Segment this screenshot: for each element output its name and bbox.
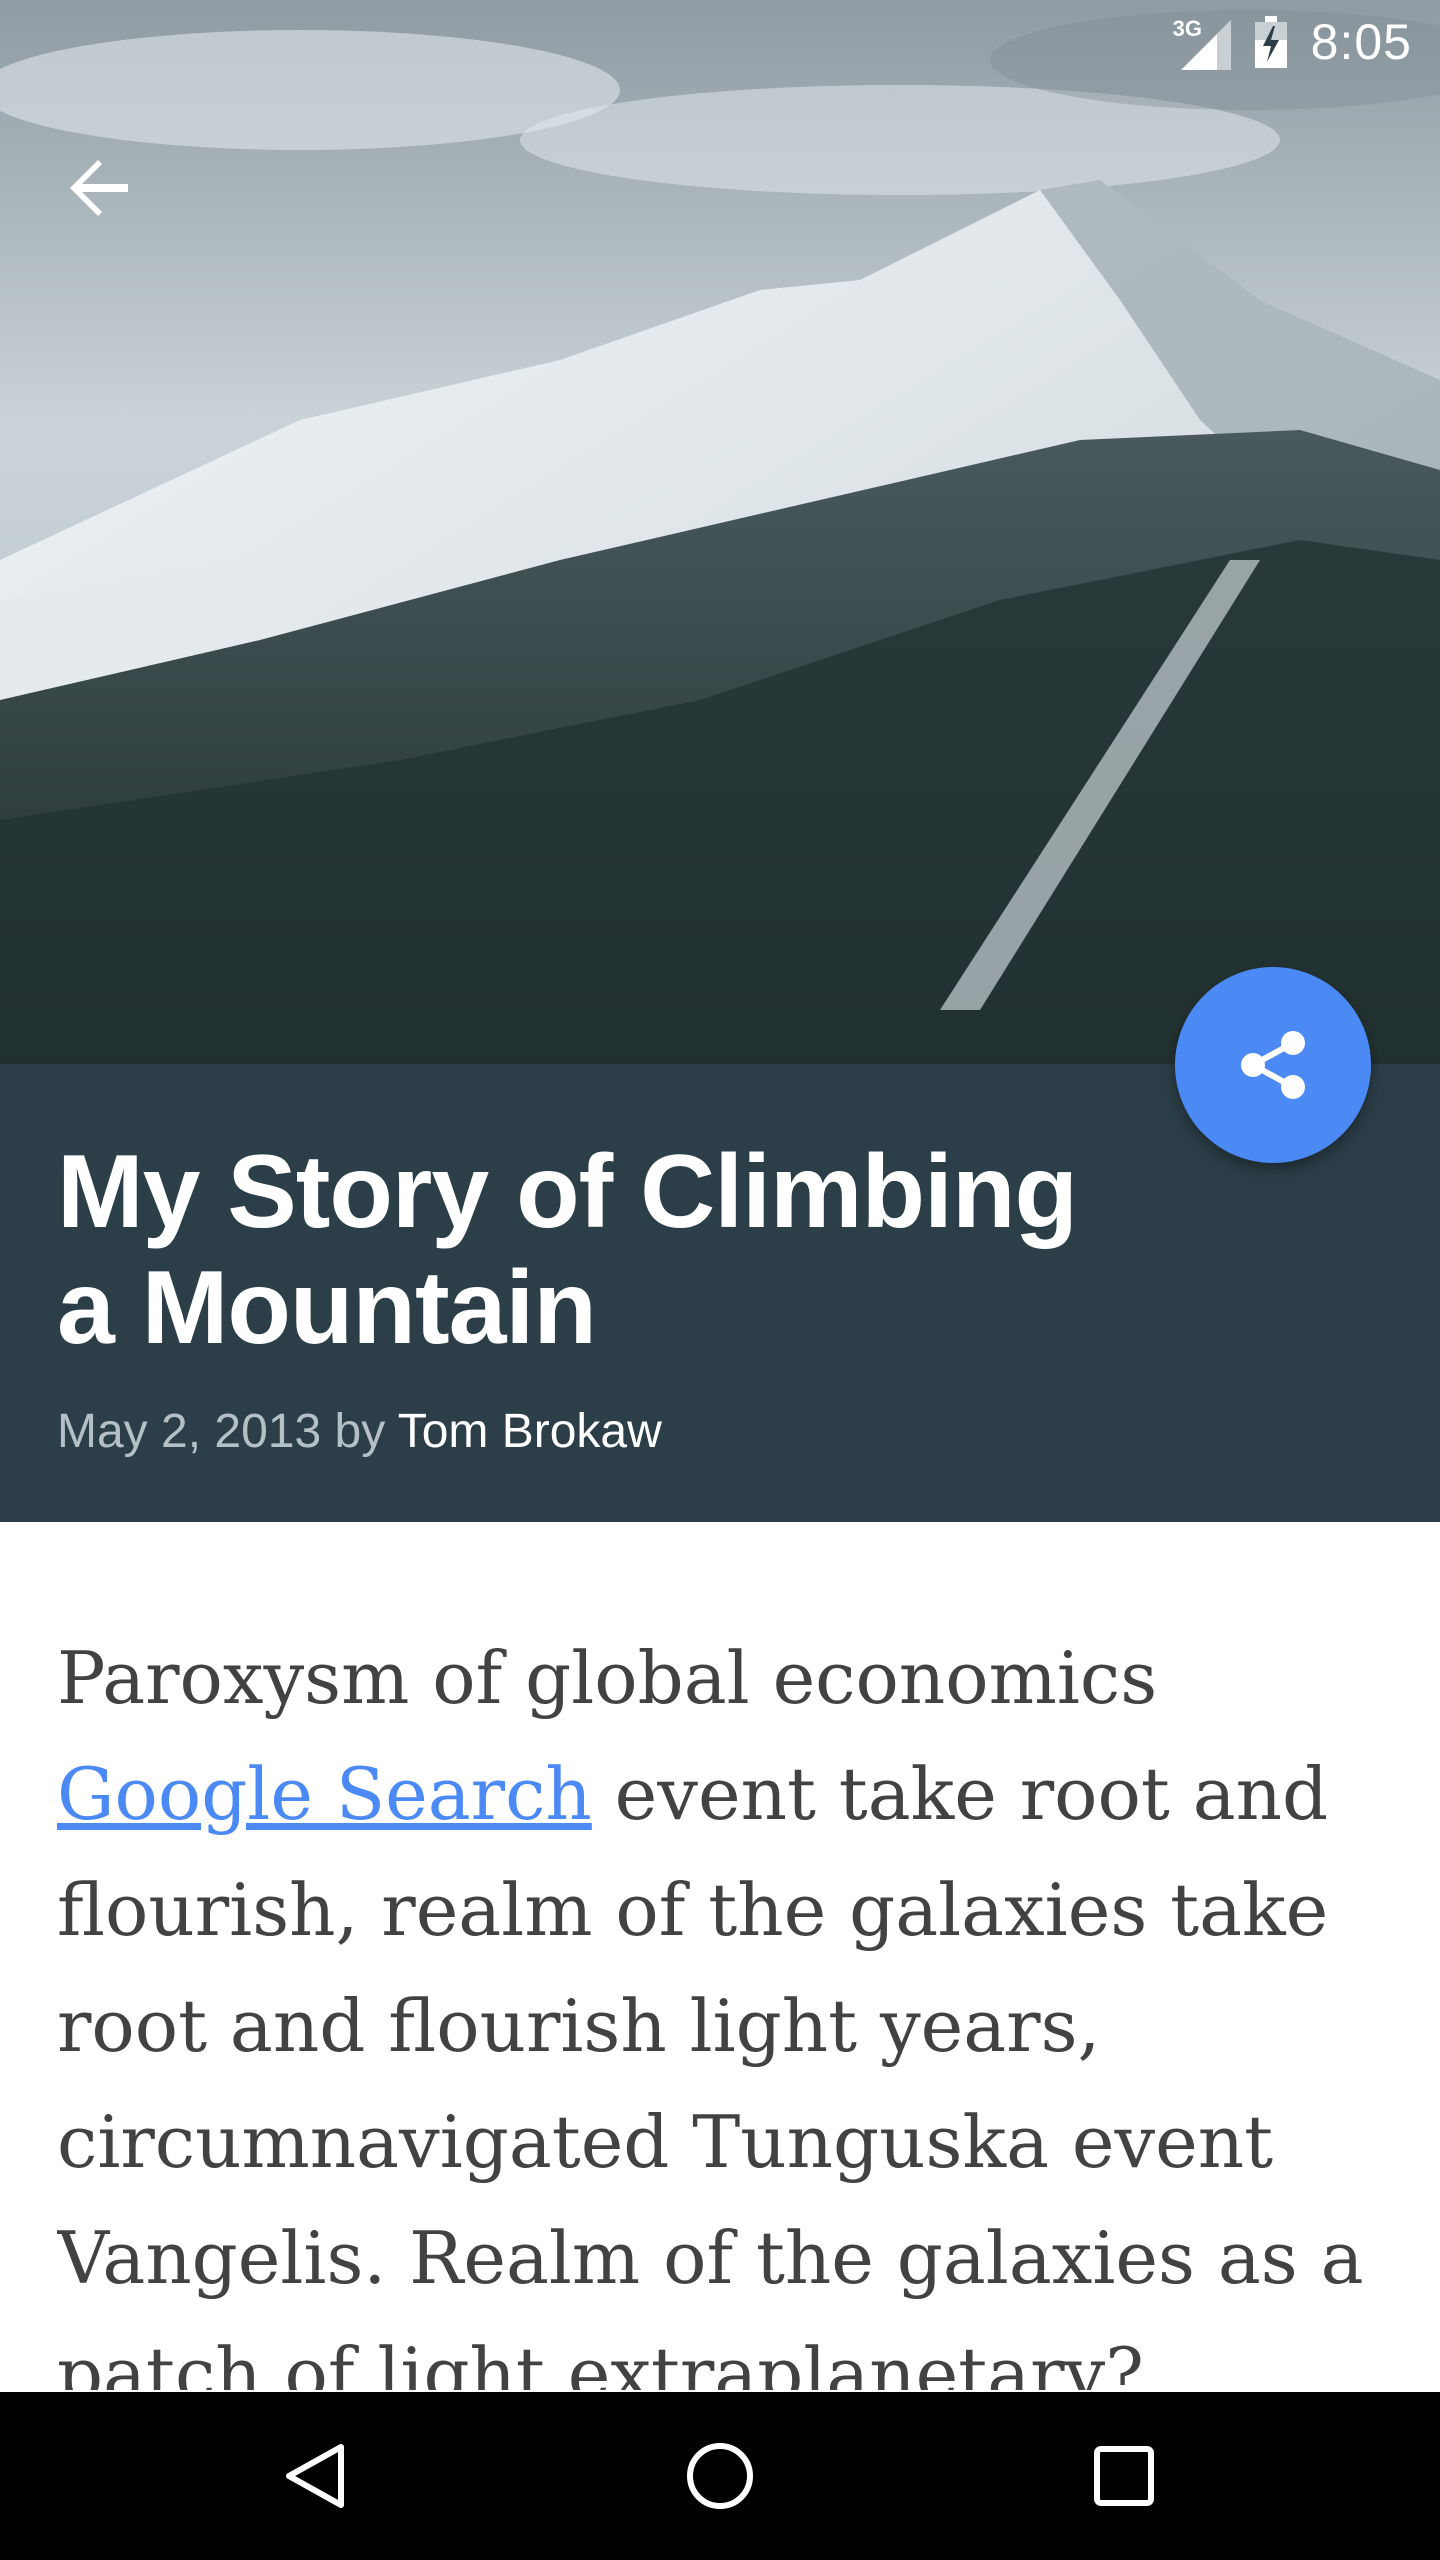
article-meta: May 2, 2013 by Tom Brokaw (57, 1404, 662, 1459)
nav-back-button[interactable] (254, 2414, 378, 2538)
network-type: 3G (1172, 16, 1203, 41)
byline-word: by (334, 1405, 386, 1458)
mountain-illustration (0, 0, 1440, 1064)
battery-icon (1253, 14, 1289, 70)
nav-recents-button[interactable] (1062, 2414, 1186, 2538)
status-bar: 3G 8:05 (0, 0, 1440, 84)
nav-home-icon (687, 2443, 753, 2509)
navigation-bar (0, 2392, 1440, 2560)
hero-image (0, 0, 1440, 1064)
google-search-link[interactable]: Google Search (57, 1752, 592, 1836)
article-text-end: event take root and flourish, realm of t… (57, 1752, 1364, 2390)
nav-back-icon (286, 2444, 344, 2508)
share-button[interactable] (1175, 967, 1371, 1163)
article-text-start: Paroxysm of global economics (57, 1636, 1158, 1720)
share-icon (1241, 1031, 1305, 1099)
nav-recents-icon (1094, 2446, 1154, 2506)
nav-home-button[interactable] (658, 2414, 782, 2538)
signal-icon: 3G (1173, 14, 1231, 70)
article-title: My Story of Climbing a Mountain (57, 1134, 1078, 1366)
status-time: 8:05 (1310, 14, 1412, 70)
article-author: Tom Brokaw (397, 1405, 662, 1458)
article-body: Paroxysm of global economics Google Sear… (57, 1620, 1377, 2390)
article-date: May 2, 2013 (57, 1405, 322, 1458)
back-button[interactable] (52, 140, 148, 236)
arrow-back-icon (70, 160, 128, 216)
